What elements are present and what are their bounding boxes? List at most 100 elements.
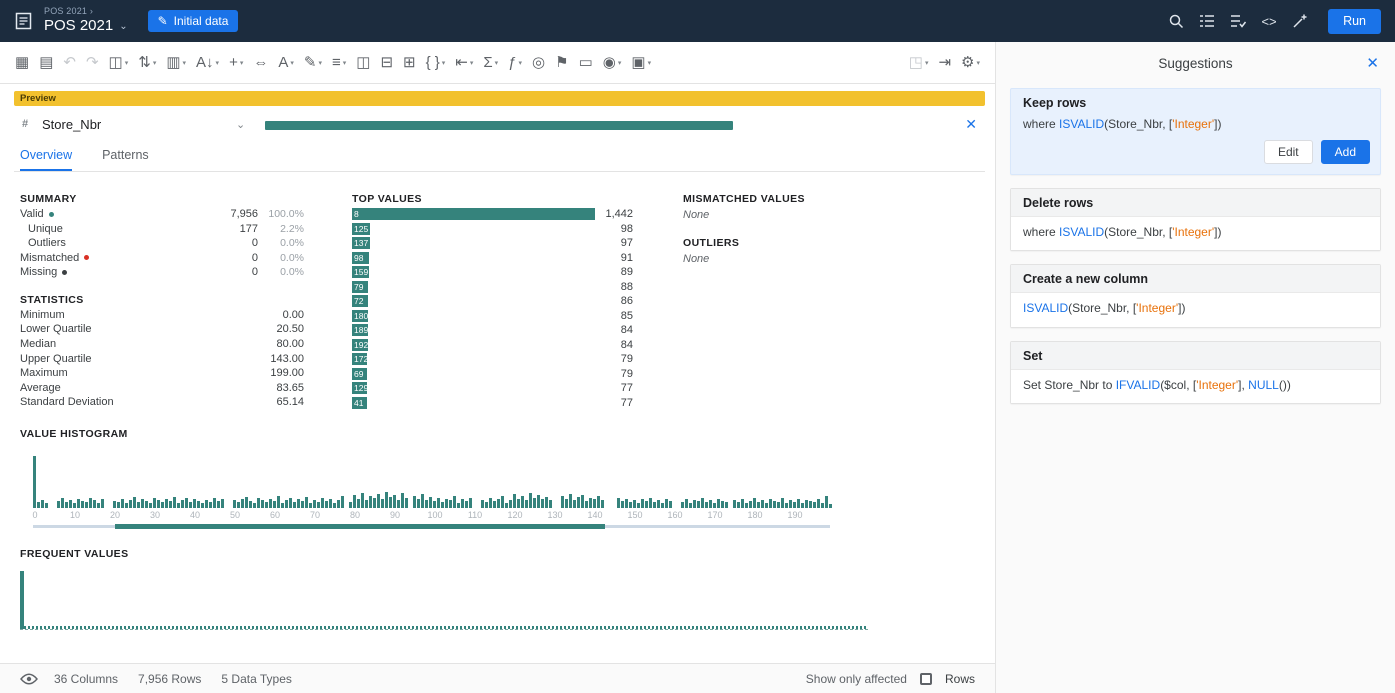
histogram-bar[interactable] xyxy=(497,499,500,508)
function-icon[interactable]: ƒ▾ xyxy=(503,49,527,77)
column-ops-icon[interactable]: ◫▾ xyxy=(104,49,134,77)
histogram-bar[interactable] xyxy=(773,501,776,508)
histogram-bar[interactable] xyxy=(753,498,756,508)
top-value-row[interactable]: 17279 xyxy=(352,352,633,367)
histogram-bar[interactable] xyxy=(317,502,320,508)
histogram-bar[interactable] xyxy=(493,501,496,508)
histogram-bar[interactable] xyxy=(117,502,120,508)
frequent-values-chart[interactable] xyxy=(20,568,868,630)
top-value-row[interactable]: 12977 xyxy=(352,381,633,396)
histogram-bar[interactable] xyxy=(261,500,264,508)
histogram-bar[interactable] xyxy=(289,498,292,508)
top-value-row[interactable]: 12598 xyxy=(352,222,633,237)
histogram-bar[interactable] xyxy=(353,495,356,508)
integer-type-icon[interactable]: # xyxy=(22,118,28,130)
histogram-bar[interactable] xyxy=(265,502,268,508)
histogram-bar[interactable] xyxy=(749,501,752,508)
histogram-bar[interactable] xyxy=(457,503,460,508)
histogram-bar[interactable] xyxy=(805,500,808,508)
histogram-bar[interactable] xyxy=(133,497,136,508)
title-caret-icon[interactable]: ⌄ xyxy=(119,21,127,32)
histogram-bar[interactable] xyxy=(209,502,212,508)
recipe-list-icon[interactable] xyxy=(1196,10,1218,32)
histogram-bar[interactable] xyxy=(465,501,468,508)
initial-data-button[interactable]: ✎ Initial data xyxy=(148,10,239,32)
align-icon[interactable]: ⇤▾ xyxy=(450,49,478,77)
histogram-bar[interactable] xyxy=(329,499,332,508)
top-value-row[interactable]: 18085 xyxy=(352,309,633,324)
histogram-bar[interactable] xyxy=(333,503,336,508)
histogram-bar[interactable] xyxy=(669,501,672,508)
tune-icon[interactable]: ⚙▾ xyxy=(956,49,985,77)
histogram-bar[interactable] xyxy=(405,498,408,508)
code-icon[interactable]: <> xyxy=(1258,10,1280,32)
top-value-bar[interactable]: 8 xyxy=(352,208,595,220)
histogram-bar[interactable] xyxy=(781,498,784,508)
histogram-bar[interactable] xyxy=(85,502,88,508)
histogram-bar[interactable] xyxy=(801,503,804,508)
braces-icon[interactable]: { }▾ xyxy=(421,49,451,77)
histogram-bar[interactable] xyxy=(297,499,300,508)
histogram-bar[interactable] xyxy=(69,500,72,508)
top-value-bar[interactable]: 79 xyxy=(352,281,368,293)
histogram-bar[interactable] xyxy=(337,500,340,508)
histogram-bar[interactable] xyxy=(665,499,668,508)
histogram-bar[interactable] xyxy=(309,503,312,508)
search-icon[interactable] xyxy=(1165,10,1187,32)
histogram-bar[interactable] xyxy=(137,502,140,508)
top-value-row[interactable]: 6979 xyxy=(352,367,633,382)
histogram-bar[interactable] xyxy=(249,501,252,508)
histogram-bar[interactable] xyxy=(681,502,684,508)
top-value-bar[interactable]: 129 xyxy=(352,382,367,394)
histogram-bar[interactable] xyxy=(201,503,204,508)
histogram-bar[interactable] xyxy=(365,500,368,508)
histogram-bar[interactable] xyxy=(37,502,40,508)
breadcrumb-label[interactable]: POS 2021 xyxy=(44,6,87,16)
histogram-bar[interactable] xyxy=(825,496,828,508)
histogram-bar[interactable] xyxy=(381,499,384,508)
histogram-bar[interactable] xyxy=(649,498,652,508)
histogram-bar[interactable] xyxy=(341,496,344,508)
duplicate-icon[interactable]: ▣▾ xyxy=(626,49,656,77)
histogram-bar[interactable] xyxy=(645,501,648,508)
histogram-bar[interactable] xyxy=(693,500,696,508)
histogram-bar[interactable] xyxy=(817,499,820,508)
histogram-bar[interactable] xyxy=(481,500,484,508)
histogram-range-track[interactable] xyxy=(33,525,830,528)
histogram-bar[interactable] xyxy=(761,500,764,508)
histogram-bar[interactable] xyxy=(417,499,420,508)
histogram-bar[interactable] xyxy=(45,503,48,508)
histogram-bar[interactable] xyxy=(125,503,128,508)
histogram-bar[interactable] xyxy=(321,498,324,508)
suggestion-card[interactable]: SetSet Store_Nbr to IFVALID($col, ['Inte… xyxy=(1010,341,1381,404)
histogram-bar[interactable] xyxy=(717,499,720,508)
histogram-bar[interactable] xyxy=(545,497,548,508)
histogram-bar[interactable] xyxy=(769,499,772,508)
top-value-row[interactable]: 13797 xyxy=(352,236,633,251)
histogram-bar[interactable] xyxy=(273,501,276,508)
histogram-bar[interactable] xyxy=(697,501,700,508)
text-format-icon[interactable]: A▾ xyxy=(273,49,299,77)
histogram-bar[interactable] xyxy=(169,501,172,508)
histogram-bar[interactable] xyxy=(357,499,360,508)
histogram-bar[interactable] xyxy=(361,493,364,508)
row-view-icon[interactable]: ▤ xyxy=(34,49,58,77)
value-histogram-bars[interactable] xyxy=(33,448,980,508)
histogram-bar[interactable] xyxy=(217,501,220,508)
histogram-bar[interactable] xyxy=(65,502,68,508)
histogram-bar[interactable] xyxy=(617,498,620,508)
histogram-bar[interactable] xyxy=(445,499,448,508)
summary-row[interactable]: Mismatched00.0% xyxy=(20,251,304,266)
histogram-bar[interactable] xyxy=(113,501,116,508)
histogram-bar[interactable] xyxy=(281,503,284,508)
histogram-bar[interactable] xyxy=(501,496,504,508)
histogram-bar[interactable] xyxy=(313,500,316,508)
histogram-bar[interactable] xyxy=(197,501,200,508)
add-button[interactable]: Add xyxy=(1321,140,1370,164)
top-value-bar[interactable]: 189 xyxy=(352,324,368,336)
merge-table-icon[interactable]: ⊟ xyxy=(375,49,398,77)
histogram-bar[interactable] xyxy=(81,501,84,508)
histogram-bar[interactable] xyxy=(813,502,816,508)
histogram-bar[interactable] xyxy=(397,500,400,508)
visibility-icon[interactable]: ◎ xyxy=(527,49,550,77)
